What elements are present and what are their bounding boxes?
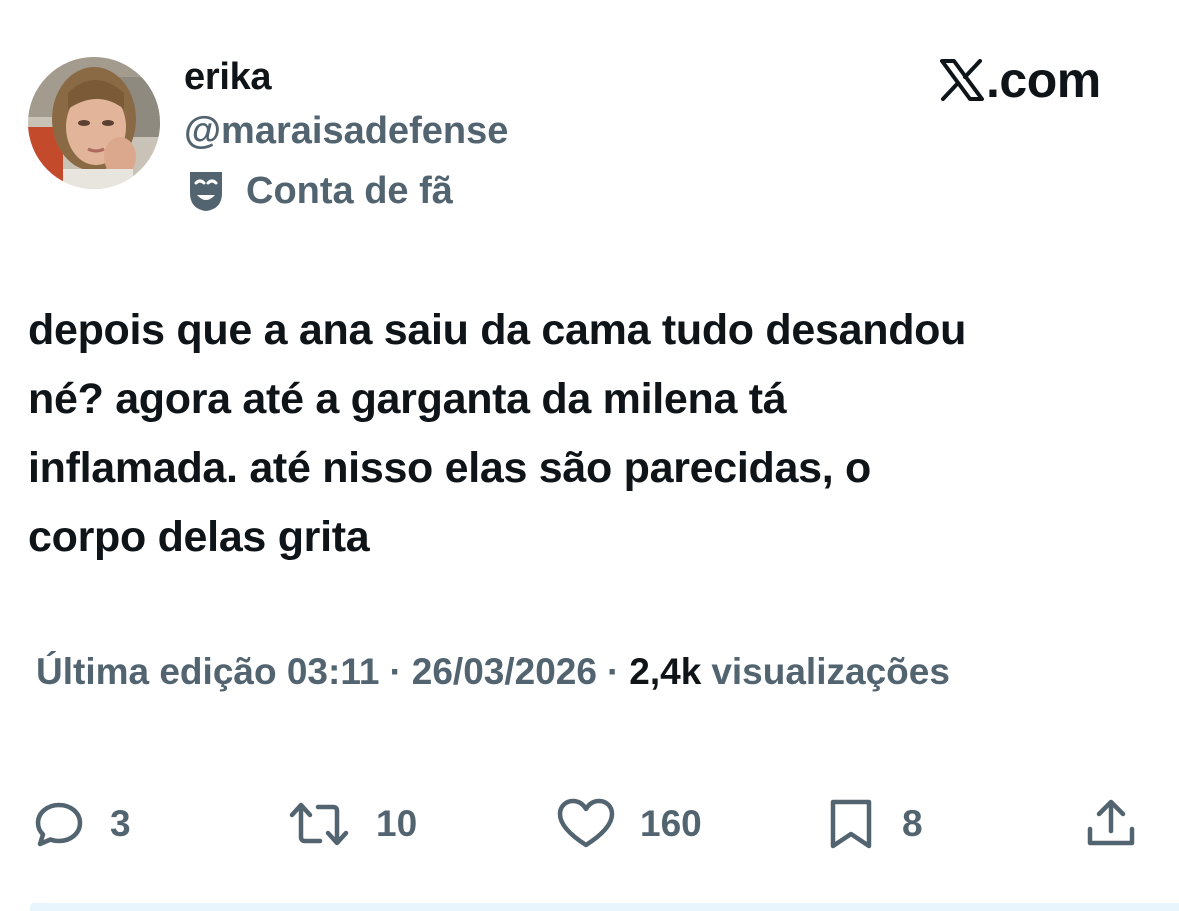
heart-icon [557, 798, 615, 848]
reply-box-edge [30, 903, 1179, 911]
retweet-button[interactable]: 10 [286, 792, 417, 856]
bookmark-count: 8 [902, 803, 923, 844]
fan-account-label: Conta de fã [186, 163, 453, 219]
views-label[interactable]: visualizações [711, 651, 950, 693]
x-logo-icon [940, 59, 984, 101]
tweet-date[interactable]: 26/03/2026 [412, 651, 597, 693]
like-count: 160 [640, 803, 702, 844]
retweet-count: 10 [376, 803, 418, 844]
tweet-card: erika @maraisadefense Conta de fã .com d… [0, 0, 1179, 911]
tweet-text: depois que a ana saiu da cama tudo desan… [28, 296, 1158, 572]
retweet-icon [289, 802, 349, 846]
like-button[interactable]: 160 [556, 792, 702, 856]
edit-timestamp[interactable]: Última edição 03:11 [36, 651, 379, 693]
tweet-line: corpo delas grita [28, 513, 370, 561]
views-count[interactable]: 2,4k [629, 651, 701, 693]
share-icon [1087, 799, 1135, 846]
tweet-line: depois que a ana saiu da cama tudo desan… [28, 306, 967, 354]
user-handle[interactable]: @maraisadefense [184, 106, 508, 156]
fan-account-text: Conta de fã [246, 169, 453, 212]
tweet-line: né? agora até a garganta da milena tá [28, 375, 787, 423]
brand-domain: .com [986, 52, 1101, 108]
display-name[interactable]: erika [184, 52, 272, 102]
brand: .com [940, 52, 1101, 108]
tweet-line: inflamada. até nisso elas são parecidas,… [28, 444, 871, 492]
bookmark-button[interactable]: 8 [824, 792, 923, 856]
tweet-meta: Última edição 03:11 · 26/03/2026 · 2,4k … [36, 644, 950, 700]
action-bar: 3 10 160 8 [0, 792, 1179, 856]
meta-separator: · [606, 651, 620, 692]
bookmark-icon [830, 799, 872, 849]
share-button[interactable] [1084, 792, 1138, 856]
reply-count: 3 [110, 803, 131, 844]
reply-icon [35, 802, 83, 847]
reply-button[interactable]: 3 [32, 792, 131, 856]
theater-mask-icon [190, 172, 222, 211]
meta-separator: · [389, 651, 402, 692]
avatar[interactable] [28, 57, 160, 189]
